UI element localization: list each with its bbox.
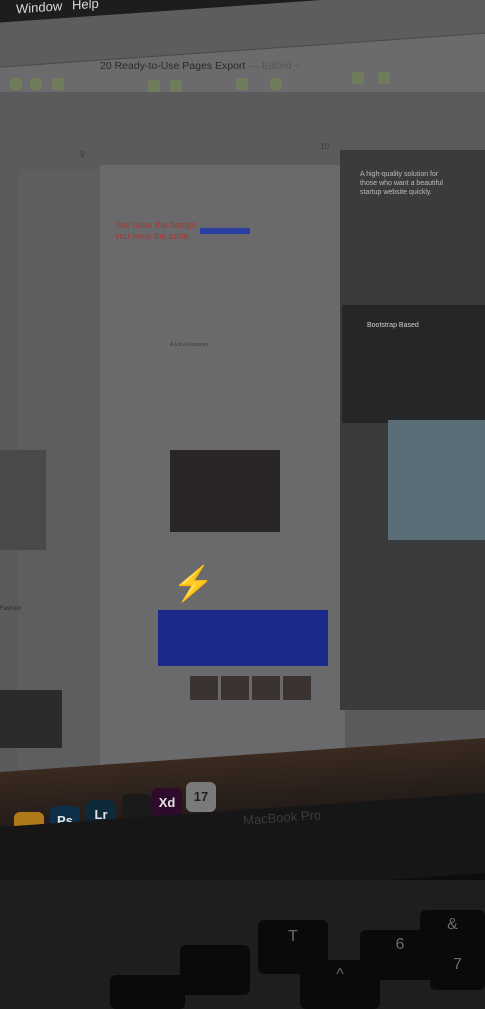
- mid-section-title: A Lot of Features: [170, 342, 209, 348]
- toolbar-icon[interactable]: [10, 78, 22, 90]
- right-section-title: Bootstrap Based: [367, 322, 419, 329]
- document-title: 20 Ready-to-Use Pages Export — Edited ~: [100, 60, 301, 72]
- toolbar-icon[interactable]: [236, 78, 248, 90]
- menu-help[interactable]: Help: [72, 0, 99, 13]
- mid-hero-headline: You have the design, you have the code.: [115, 220, 199, 241]
- toolbar-icon[interactable]: [52, 78, 64, 90]
- toolbar-icon[interactable]: [352, 72, 364, 84]
- toolbar-icon[interactable]: [270, 78, 282, 90]
- right-photo: [388, 420, 485, 540]
- key-esc: [180, 945, 250, 995]
- toolbar-icon[interactable]: [378, 72, 390, 84]
- left-food-photo: [0, 690, 62, 748]
- key-power: [110, 975, 185, 1009]
- toolbar-icon[interactable]: [30, 78, 42, 90]
- artboard-number: 9: [80, 150, 85, 159]
- mid-blue-band: [158, 610, 328, 666]
- calendar-icon[interactable]: 17: [186, 782, 216, 812]
- mid-photo: [170, 450, 280, 532]
- key-7-label: 7: [430, 950, 485, 990]
- document-title-text: 20 Ready-to-Use Pages Export: [100, 60, 246, 72]
- bolt-icon: ⚡: [172, 565, 215, 603]
- laptop-photo: Window Help ● ◆ ○ ∿ ☰ ⌇ ◔ 20 Ready-to-Us…: [0, 0, 485, 1009]
- toolbar-icon[interactable]: [148, 80, 160, 92]
- document-status: — Edited ~: [248, 60, 301, 72]
- left-brand-text: Fashion: [0, 606, 22, 612]
- mid-hero-button: [200, 228, 250, 234]
- menu-window[interactable]: Window: [16, 0, 62, 16]
- left-photo: [0, 450, 46, 550]
- toolbar-icon[interactable]: [170, 80, 182, 92]
- right-hero-text: A high-quality solution for those who wa…: [360, 171, 443, 196]
- team-photos: [190, 676, 314, 705]
- artboard-number: 10: [320, 142, 329, 151]
